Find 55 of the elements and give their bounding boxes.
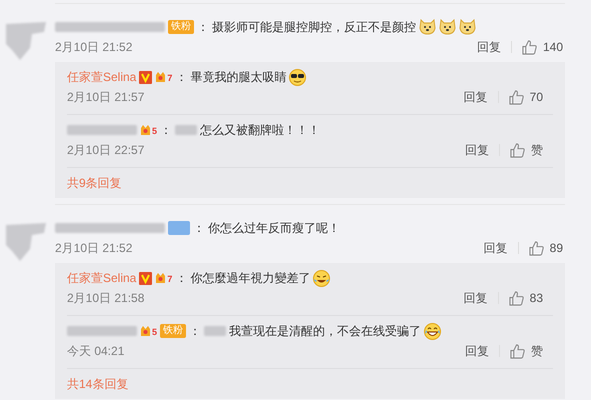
timestamp: 2月10日 21:58 <box>67 290 144 307</box>
reply-link[interactable]: 回复 <box>484 239 508 257</box>
like-count: 70 <box>530 89 543 106</box>
timestamp: 今天 04:21 <box>67 343 124 360</box>
comment-text: 你怎麼過年視力變差了 <box>190 270 310 287</box>
fan-badge: 铁粉 <box>160 324 186 338</box>
thumbs-up-icon[interactable] <box>508 290 524 306</box>
comment-text: 你怎么过年反而瘦了呢！ <box>208 220 340 237</box>
like-button[interactable]: 83 <box>508 289 543 307</box>
timestamp: 2月10日 22:57 <box>67 142 144 159</box>
level-number: 7 <box>167 275 172 284</box>
like-count: 140 <box>542 39 563 56</box>
colon-text: ： <box>197 19 209 36</box>
blurred-name <box>67 326 137 336</box>
blurred-name <box>204 326 226 336</box>
thumbs-up-icon[interactable] <box>508 90 524 104</box>
comment-text: 摄影师可能是腿控脚控，反正不是颜控 <box>212 19 416 36</box>
thumbs-up-icon[interactable] <box>510 142 525 158</box>
colon-text: ： <box>193 220 205 237</box>
level-number: 5 <box>152 328 158 337</box>
reply-link[interactable]: 回复 <box>464 88 488 106</box>
blurred-name <box>67 125 137 135</box>
like-count: 赞 <box>531 142 543 159</box>
reply-link[interactable]: 回复 <box>465 342 489 360</box>
thumbs-up-icon[interactable] <box>510 344 525 358</box>
thumbs-up-icon[interactable] <box>528 240 544 256</box>
like-button[interactable]: 140 <box>522 38 563 56</box>
fan-badge: 铁粉 <box>168 20 194 34</box>
reply-link[interactable]: 回复 <box>464 289 488 307</box>
like-count: 83 <box>530 290 543 307</box>
grinning-tears-emoji-icon <box>424 322 442 340</box>
like-button[interactable]: 70 <box>508 88 543 106</box>
like-button[interactable]: 赞 <box>510 141 543 159</box>
colon-text: ： <box>175 270 188 287</box>
timestamp: 2月10日 21:52 <box>55 240 132 257</box>
like-button[interactable]: 89 <box>528 239 563 257</box>
like-button[interactable]: 赞 <box>510 342 543 360</box>
sunglasses-emoji-icon <box>289 68 306 86</box>
comment-text: 怎么又被翻牌啦！！！ <box>200 122 320 139</box>
comment-text: 畢竟我的腿太吸睛 <box>190 69 286 86</box>
colon-text: ： <box>175 69 188 86</box>
like-count: 89 <box>550 240 563 257</box>
comment-text: 我萱现在是清醒的，不会在线受骗了 <box>229 323 422 340</box>
like-count: 赞 <box>531 343 543 360</box>
level-number: 5 <box>152 127 158 136</box>
level-number: 7 <box>167 74 172 83</box>
blurred-name <box>175 125 198 135</box>
reply-link[interactable]: 回复 <box>476 38 501 56</box>
colon-text: ： <box>189 323 202 340</box>
thumbs-up-icon[interactable] <box>522 40 537 54</box>
colon-text: ： <box>160 122 172 139</box>
timestamp: 2月10日 21:52 <box>55 39 132 56</box>
reply-link[interactable]: 回复 <box>465 141 489 159</box>
laughing-tears-emoji-icon <box>313 270 330 286</box>
timestamp: 2月10日 21:57 <box>67 89 144 106</box>
